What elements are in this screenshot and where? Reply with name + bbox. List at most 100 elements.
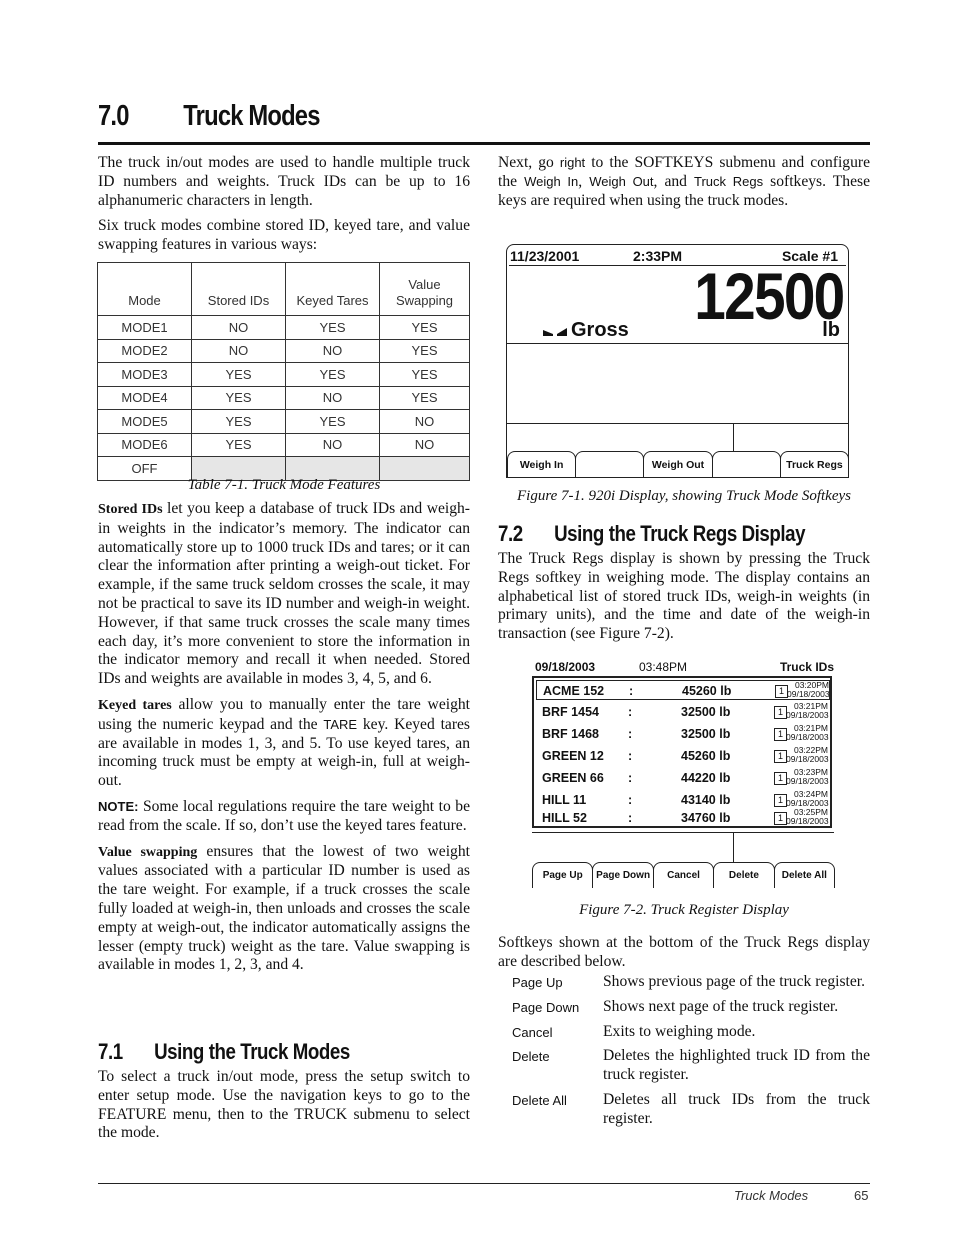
truck-list-item[interactable]: GREEN 66:44220 lb 1 03:23PM 09/18/2003 (536, 768, 830, 788)
definition-item: Page Down Shows next page of the truck re… (498, 998, 870, 1017)
column-header: Keyed Tares (285, 262, 380, 316)
timestamp: 03:22PM 09/18/2003 (786, 746, 829, 763)
cell: NO (379, 432, 470, 457)
text: Next, go (498, 154, 560, 171)
display-divider-vertical (733, 423, 734, 451)
truck-id: GREEN 12 (542, 749, 604, 763)
footer-section: Truck Modes (734, 1188, 809, 1203)
display-divider (532, 832, 834, 833)
cell: YES (285, 362, 380, 387)
register-title: Truck IDs (779, 660, 834, 674)
section-title: Using the Truck Regs Display (554, 521, 806, 546)
separator: : (628, 793, 633, 807)
timestamp: 03:25PM 09/18/2003 (786, 808, 829, 825)
softkey-definitions: Page Up Shows previous page of the truck … (498, 973, 870, 1135)
cell: YES (379, 385, 470, 410)
table-row: MODE3 YES YES YES (97, 362, 470, 387)
timestamp: 03:20PM 09/18/2003 (787, 681, 830, 698)
truck-id-list: ACME 152:45260 lb 1 03:20PM 09/18/2003 BRF … (532, 676, 832, 828)
cell: NO (191, 315, 286, 340)
section-7-2-heading: 7.2 Using the Truck Regs Display (498, 521, 806, 547)
note-paragraph: NOTE: Some local regulations require the… (98, 798, 470, 836)
column-header: Mode (97, 262, 192, 316)
table-row: MODE4 YES NO YES (97, 385, 470, 410)
cell: NO (379, 409, 470, 434)
separator: : (629, 684, 634, 698)
softkey-delete[interactable]: Delete (713, 862, 775, 888)
truck-weight: 34760 lb (681, 811, 731, 825)
section-number: 7.2 (498, 521, 523, 546)
softkey-cancel[interactable]: Cancel (652, 862, 715, 888)
next-paragraph: Next, go right to the SOFTKEYS submenu a… (498, 154, 870, 217)
stored-ids-text: let you keep a database of truck IDs and… (98, 500, 470, 688)
text: , and (653, 172, 694, 190)
display-divider (507, 343, 848, 344)
softkey-blank[interactable] (575, 451, 645, 477)
weigh-in-date: 09/18/2003 (786, 797, 829, 808)
column-header: Value Swapping (379, 262, 470, 316)
definition-term: Delete (512, 1049, 550, 1065)
cell: YES (379, 362, 470, 387)
cell: YES (285, 409, 380, 434)
gross-indicator: Gross (543, 319, 629, 342)
separator: : (628, 705, 633, 719)
register-status-bar: 09/18/2003 03:48PM Truck IDs (532, 660, 834, 676)
cell: NO (285, 338, 380, 363)
column-header: Stored IDs (191, 262, 286, 316)
truck-id: GREEN 66 (542, 771, 604, 785)
weigh-in-date: 09/18/2003 (786, 731, 829, 742)
softkeys-intro-paragraph: Softkeys shown at the bottom of the Truc… (498, 934, 870, 970)
definition-term: Cancel (512, 1024, 553, 1040)
timestamp: 03:24PM 09/18/2003 (786, 790, 829, 808)
table-row: MODE6 YES NO NO (97, 432, 470, 457)
truck-id: ACME 152 (543, 684, 605, 698)
section-7-1-heading: 7.1 Using the Truck Modes (98, 1039, 350, 1065)
softkey-page-up[interactable]: Page Up (532, 862, 594, 888)
separator: : (628, 727, 633, 741)
softkey-truck-regs[interactable]: Truck Regs (779, 451, 850, 477)
cell: YES (191, 385, 286, 410)
cell: MODE6 (97, 432, 192, 457)
truck-list-item[interactable]: HILL 52:34760 lb 1 03:25PM 09/18/2003 (536, 808, 830, 828)
definition-term: Delete All (512, 1092, 567, 1108)
cell: NO (191, 338, 286, 363)
definition-description: Exits to weighing mode. (603, 1022, 756, 1040)
cell: MODE3 (97, 362, 192, 387)
softkey-weigh-out[interactable]: Weigh Out (643, 451, 713, 477)
truck-list-item[interactable]: HILL 11:43140 lb 1 03:24PM 09/18/2003 (536, 790, 830, 810)
truck-list-item[interactable]: GREEN 12:45260 lb 1 03:22PM 09/18/2003 (536, 746, 830, 766)
definition-term: Page Down (512, 999, 580, 1015)
softkey-delete-all[interactable]: Delete All (773, 862, 836, 888)
truck-list-item[interactable]: BRF 1454:32500 lb 1 03:21PM 09/18/2003 (536, 702, 830, 722)
cell: MODE4 (97, 385, 192, 410)
section-7-1-paragraph: To select a truck in/out mode, press the… (98, 1068, 470, 1142)
truck-list-item-selected[interactable]: ACME 152:45260 lb 1 03:20PM 09/18/2003 (536, 680, 830, 700)
softkeys-intro: Softkeys shown at the bottom of the Truc… (498, 934, 870, 979)
softkey-page-down[interactable]: Page Down (592, 862, 654, 888)
cell: YES (191, 409, 286, 434)
truck-list-item[interactable]: BRF 1468:32500 lb 1 03:21PM 09/18/2003 (536, 724, 830, 744)
truck-weight: 44220 lb (681, 771, 731, 785)
display-date: 11/23/2001 (510, 248, 580, 264)
weigh-in-date: 09/18/2003 (786, 709, 829, 720)
note-label: NOTE: (98, 798, 139, 814)
softkey-blank[interactable] (711, 451, 781, 477)
definition-description: Deletes the highlighted truck ID from th… (603, 1047, 870, 1084)
register-time: 03:48PM (639, 660, 688, 674)
note-text: Some local regulations require the tare … (98, 797, 470, 834)
figure-7-1-caption: Figure 7-1. 920i Display, showing Truck … (517, 488, 851, 504)
cell: NO (285, 432, 380, 457)
softkey-bar: Weigh In Weigh Out Truck Regs (507, 451, 850, 477)
text: , (578, 172, 590, 190)
gross-label: Gross (571, 319, 629, 341)
section-7-2-body: The Truck Regs display is shown by press… (498, 550, 870, 651)
separator: : (628, 811, 633, 825)
truck-id: HILL 52 (542, 811, 587, 825)
softkey-weigh-in[interactable]: Weigh In (507, 451, 577, 477)
table-row: MODE2 NO NO YES (97, 338, 470, 363)
stored-ids-term: Stored IDs (98, 502, 163, 517)
weigh-in-key-label: Weigh In (524, 173, 579, 189)
definition-item: Delete Deletes the highlighted truck ID f… (498, 1047, 870, 1085)
definition-item: Page Up Shows previous page of the truck … (498, 973, 870, 992)
keyed-tares-paragraph: Keyed tares allow you to manually enter … (98, 696, 470, 791)
